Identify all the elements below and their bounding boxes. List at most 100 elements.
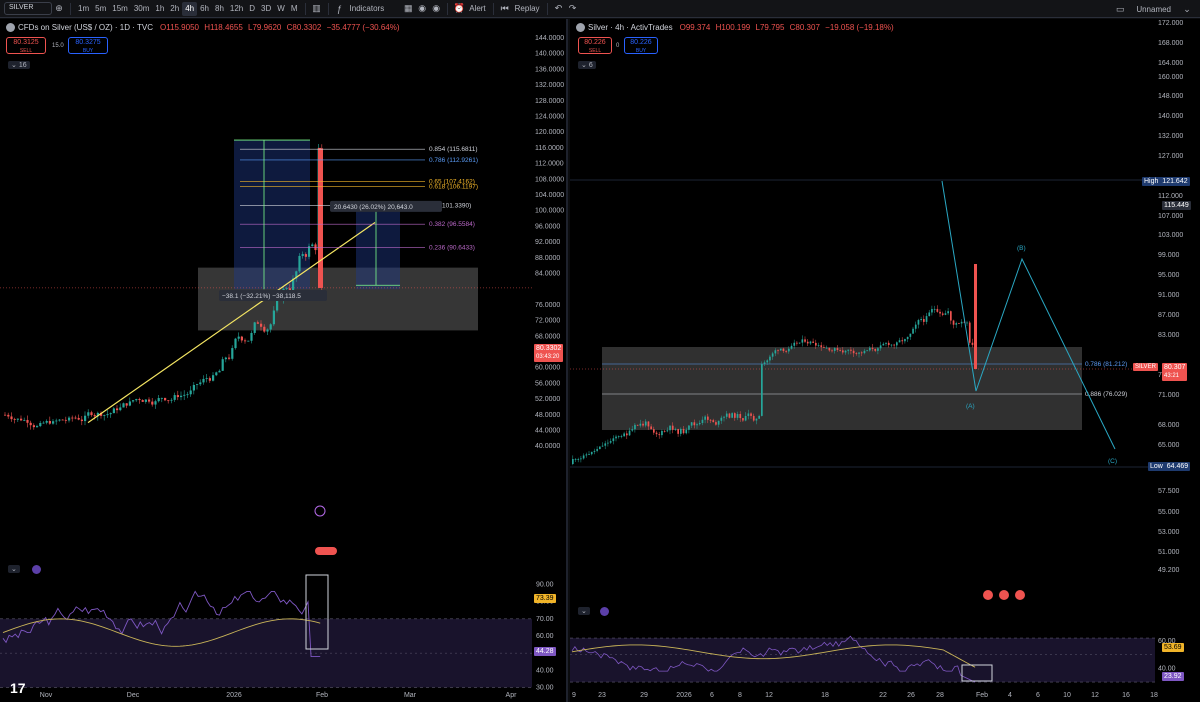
candle-body — [128, 401, 131, 406]
redo-icon[interactable]: ↷ — [566, 2, 580, 16]
candle-body — [272, 310, 275, 325]
candle-style-icon[interactable]: ▥ — [310, 2, 324, 16]
candle-body — [682, 428, 685, 434]
tradingview-app: SILVER ⊕ 1m 5m 15m 30m 1h 2h 4h 6h 8h 12h D 3D W M ▥ … — [0, 0, 1200, 702]
interval-button-w[interactable]: W — [274, 2, 288, 16]
more-icon[interactable]: ◉ — [429, 2, 443, 16]
interval-button-2h[interactable]: 2h — [167, 2, 182, 16]
indicator-collapse-button[interactable]: ⌄ 16 — [8, 61, 30, 69]
candle-body — [885, 342, 887, 344]
candle-body — [747, 413, 750, 417]
toolbar-divider — [304, 2, 306, 15]
candle-body — [61, 419, 64, 421]
layout-grid-icon[interactable]: ▦ — [401, 2, 415, 16]
sell-button[interactable]: 80.3125 SELL — [6, 37, 46, 54]
candle-body — [650, 426, 652, 430]
candle-body — [782, 348, 785, 352]
candle-body — [577, 459, 580, 460]
interval-button-1h[interactable]: 1h — [152, 2, 167, 16]
candle-body — [23, 419, 26, 421]
symbol-search-input[interactable]: SILVER — [4, 2, 52, 15]
indicator-collapse-button[interactable]: ⌄ 6 — [578, 61, 596, 69]
chevron-down-icon[interactable]: ⌄ — [1180, 2, 1194, 16]
right-chart-canvas[interactable]: 172.000 168.000 164.000 160.000 148.000 140.0… — [570, 19, 1200, 702]
candle-body — [725, 413, 728, 417]
candle-body — [912, 328, 914, 334]
interval-button-d[interactable]: D — [246, 2, 258, 16]
compare-add-icon[interactable]: ⊕ — [52, 2, 66, 16]
candle-body — [572, 459, 574, 464]
candle-body — [20, 418, 23, 421]
indicators-icon[interactable]: ƒ — [333, 2, 347, 16]
sell-button[interactable]: 80.226 SELL — [578, 37, 612, 54]
candle-body — [785, 351, 787, 352]
chart-title[interactable]: Silver · 4h · ActivTrades — [588, 23, 673, 32]
interval-button-12h[interactable]: 12h — [227, 2, 246, 16]
candle-body — [939, 311, 941, 314]
replay-icon[interactable]: ⏮ — [498, 2, 512, 16]
layout-name-button[interactable]: Unnamed — [1133, 2, 1174, 16]
ohlc-values: O99.374 H100.199 L79.795 C80.307 −19.058… — [680, 23, 897, 32]
candle-body — [180, 395, 183, 398]
wave-label-b: (B) — [1017, 245, 1026, 252]
alert-icon[interactable]: ⏰ — [452, 2, 466, 16]
left-chart-canvas[interactable]: 144.0000 140.0000 136.0000 132.0000 128.0000… — [0, 19, 568, 702]
ohlc-change: −19.058 (−19.18%) — [825, 23, 894, 32]
time-tick-label: 28 — [936, 692, 944, 699]
buy-button[interactable]: 80.226 BUY — [624, 37, 658, 54]
layout-icon[interactable]: ▭ — [1113, 2, 1127, 16]
candle-body — [931, 308, 933, 313]
price-tick-label: 132.0000 — [535, 82, 564, 89]
candle-body — [212, 375, 215, 381]
indicator-count: 16 — [18, 62, 27, 69]
candle-body — [739, 414, 742, 419]
countdown: 03:43:20 — [536, 354, 560, 360]
candle-body — [709, 419, 712, 421]
candle-body — [828, 347, 831, 351]
candle-body — [39, 423, 42, 427]
low-tag: Low 64.469 — [1148, 462, 1191, 471]
undo-icon[interactable]: ↶ — [552, 2, 566, 16]
candle-body — [736, 414, 739, 418]
interval-button-1m[interactable]: 1m — [75, 2, 92, 16]
rsi-tick-label: 90.00 — [536, 582, 554, 589]
rsi-icon[interactable] — [600, 607, 609, 616]
candle-body — [663, 430, 666, 432]
low-label: Low — [1150, 463, 1163, 470]
candle-body — [311, 244, 314, 247]
last-price-tag: 80.3302 03:43:20 — [534, 344, 564, 362]
candle-body — [208, 378, 211, 381]
candle-body — [723, 416, 725, 418]
interval-button-4h[interactable]: 4h — [182, 1, 198, 16]
rsi-icon[interactable] — [32, 565, 41, 574]
right-chart-pane[interactable]: 172.000 168.000 164.000 160.000 148.000 140.0… — [570, 19, 1200, 702]
rsi-collapse-button[interactable]: ⌄ — [578, 607, 590, 615]
settings-icon[interactable]: ◉ — [415, 2, 429, 16]
candle-body — [831, 350, 833, 352]
candle-body — [10, 416, 13, 420]
alert-button[interactable]: Alert — [466, 2, 488, 16]
buy-label: BUY — [635, 48, 647, 54]
interval-button-8h[interactable]: 8h — [212, 2, 227, 16]
candle-body — [148, 399, 151, 402]
earnings-flag-icon — [983, 590, 993, 600]
chart-title[interactable]: CFDs on Silver (US$ / OZ) · 1D · TVC — [18, 23, 153, 32]
interval-button-15m[interactable]: 15m — [109, 2, 131, 16]
interval-button-3d[interactable]: 3D — [258, 2, 274, 16]
interval-button-6h[interactable]: 6h — [197, 2, 212, 16]
rsi-collapse-button[interactable]: ⌄ — [8, 565, 20, 573]
candle-body — [132, 400, 135, 402]
price-tick-label: 68.0000 — [535, 333, 560, 340]
indicators-button[interactable]: Indicators — [347, 2, 388, 16]
candle-body — [836, 348, 839, 350]
left-chart-pane[interactable]: 144.0000 140.0000 136.0000 132.0000 128.0000… — [0, 19, 568, 702]
replay-button[interactable]: Replay — [512, 2, 543, 16]
measure-up-label: 20.6430 (26.02%) 20,643.0 — [334, 204, 413, 211]
candle-body — [16, 418, 19, 420]
interval-button-m[interactable]: M — [288, 2, 301, 16]
interval-button-5m[interactable]: 5m — [92, 2, 109, 16]
tradingview-logo[interactable]: 17 — [10, 680, 26, 696]
candle-body — [788, 348, 790, 352]
interval-button-30m[interactable]: 30m — [131, 2, 153, 16]
buy-button[interactable]: 80.3275 BUY — [68, 37, 108, 54]
